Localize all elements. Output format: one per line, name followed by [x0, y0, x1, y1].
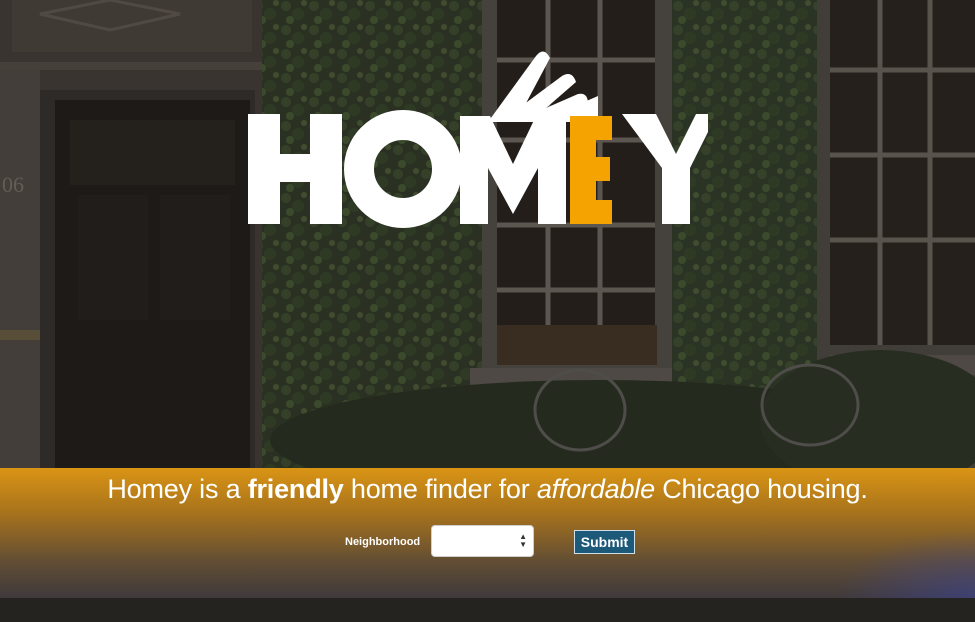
tagline-text-2: home finder for: [343, 474, 537, 504]
tagline-text-3: Chicago housing.: [654, 474, 868, 504]
submit-button[interactable]: Submit: [574, 530, 635, 554]
neighborhood-label: Neighborhood: [345, 536, 421, 548]
tagline: Homey is a friendly home finder for affo…: [0, 474, 975, 505]
search-form: Neighborhood ▲ ▼ Submit: [0, 525, 975, 559]
bottom-photo-strip: [0, 598, 975, 622]
roof-icon: [488, 51, 598, 122]
tagline-text-1: Homey is a: [107, 474, 248, 504]
tagline-bold: friendly: [247, 474, 344, 504]
tagline-band: Homey is a friendly home finder for affo…: [0, 468, 975, 598]
select-arrows-icon: ▲ ▼: [519, 532, 527, 549]
tagline-italic: affordable: [536, 474, 655, 504]
accent-e: [570, 116, 612, 224]
neighborhood-select[interactable]: ▲ ▼: [431, 525, 534, 557]
homey-logo: [248, 51, 708, 228]
